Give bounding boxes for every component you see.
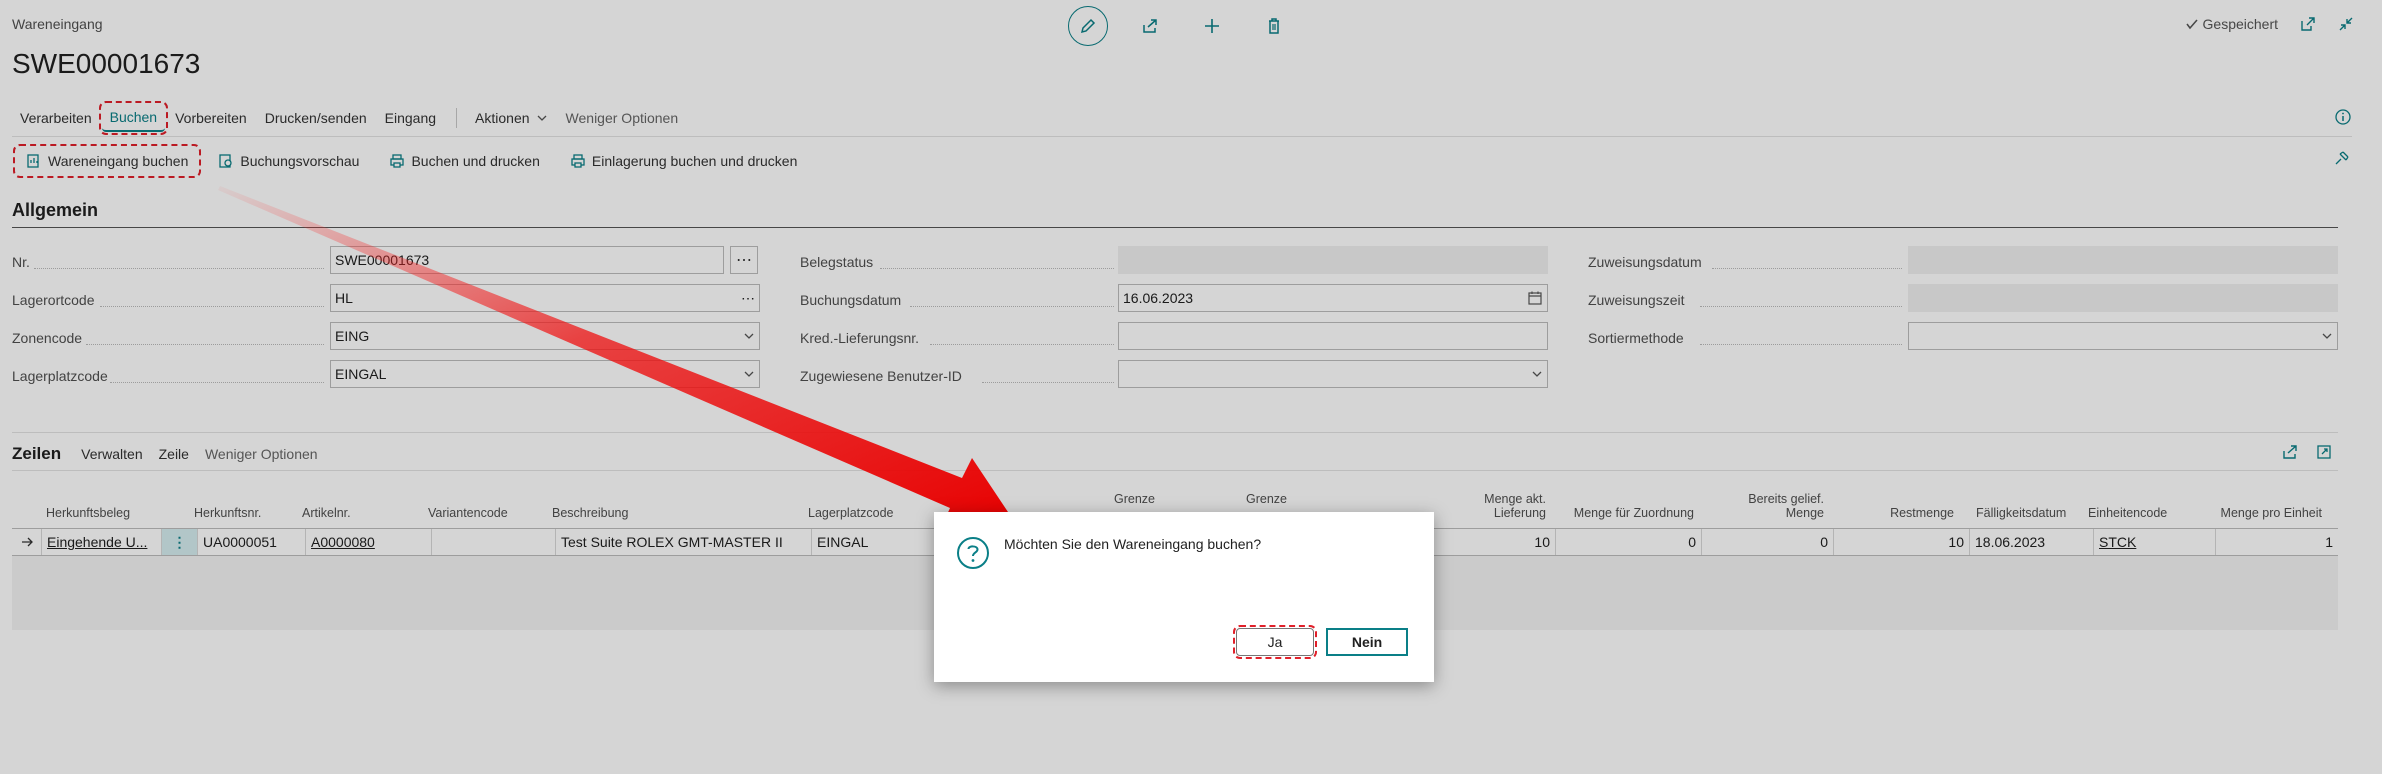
no-button[interactable]: Nein [1326, 628, 1408, 656]
yes-button[interactable]: Ja [1233, 625, 1317, 659]
question-icon [957, 537, 989, 569]
dialog-message: Möchten Sie den Wareneingang buchen? [1004, 536, 1262, 552]
confirm-dialog: Möchten Sie den Wareneingang buchen? Ja … [934, 512, 1434, 682]
